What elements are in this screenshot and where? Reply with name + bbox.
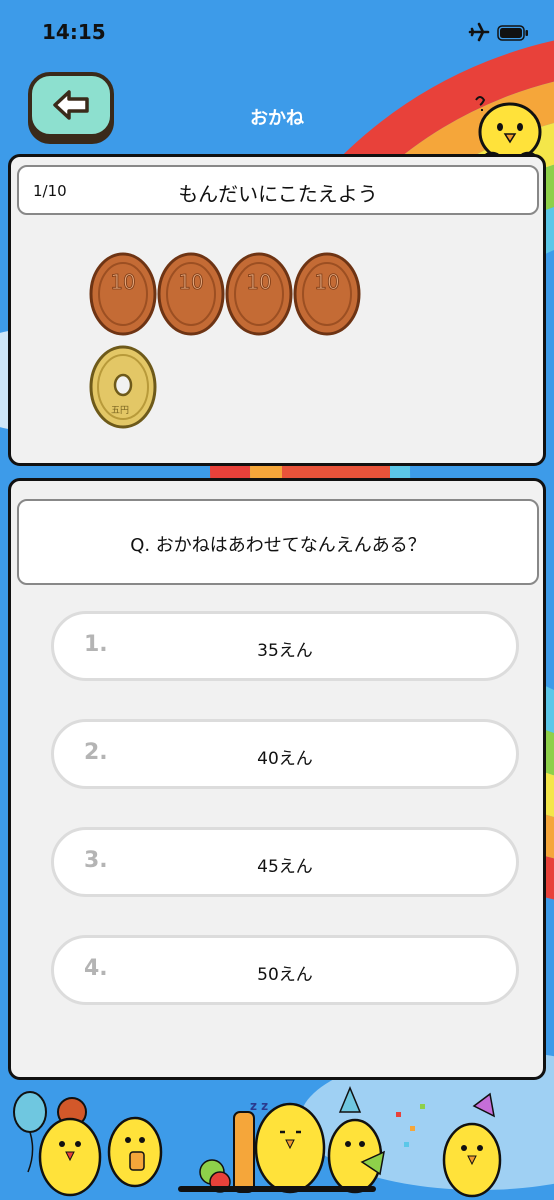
ten-yen-coin-icon: 10 xyxy=(225,252,293,336)
answer-option-1[interactable]: 1. 35えん xyxy=(51,611,519,681)
answer-label: 40えん xyxy=(257,749,313,769)
answer-label: 45えん xyxy=(257,857,313,877)
instruction-text: もんだいにこたえよう xyxy=(178,182,378,206)
ten-yen-coin-icon: 10 xyxy=(89,252,157,336)
problem-panel: 1/10 もんだいにこたえよう 10 10 10 10 五円 xyxy=(8,154,546,466)
svg-text:10: 10 xyxy=(246,270,271,294)
svg-text:10: 10 xyxy=(314,270,339,294)
answer-option-4[interactable]: 4. 50えん xyxy=(51,935,519,1005)
question-box: Q. おかねはあわせてなんえんある？ xyxy=(17,499,539,585)
question-panel: Q. おかねはあわせてなんえんある？ 1. 35えん 2. 40えん 3. 45… xyxy=(8,478,546,1080)
ten-yen-coin-icon: 10 xyxy=(293,252,361,336)
svg-text:10: 10 xyxy=(110,270,135,294)
status-time: 14:15 xyxy=(42,20,106,44)
status-bar: 14:15 xyxy=(0,0,554,64)
answer-label: 50えん xyxy=(257,965,313,985)
svg-text:z z: z z xyxy=(250,1099,268,1113)
party-chicks-illustration: z z xyxy=(13,1086,502,1198)
airplane-icon xyxy=(468,22,490,42)
answer-option-3[interactable]: 3. 45えん xyxy=(51,827,519,897)
svg-text:五円: 五円 xyxy=(111,405,129,416)
home-indicator xyxy=(178,1186,376,1192)
question-text: Q. おかねはあわせてなんえんある？ xyxy=(130,535,426,556)
problem-header: 1/10 もんだいにこたえよう xyxy=(17,165,539,215)
battery-icon xyxy=(497,25,528,41)
five-yen-coin-icon: 五円 xyxy=(89,345,157,429)
answer-label: 35えん xyxy=(257,641,313,661)
ten-yen-coin-icon: 10 xyxy=(157,252,225,336)
svg-text:10: 10 xyxy=(178,270,203,294)
answer-option-2[interactable]: 2. 40えん xyxy=(51,719,519,789)
